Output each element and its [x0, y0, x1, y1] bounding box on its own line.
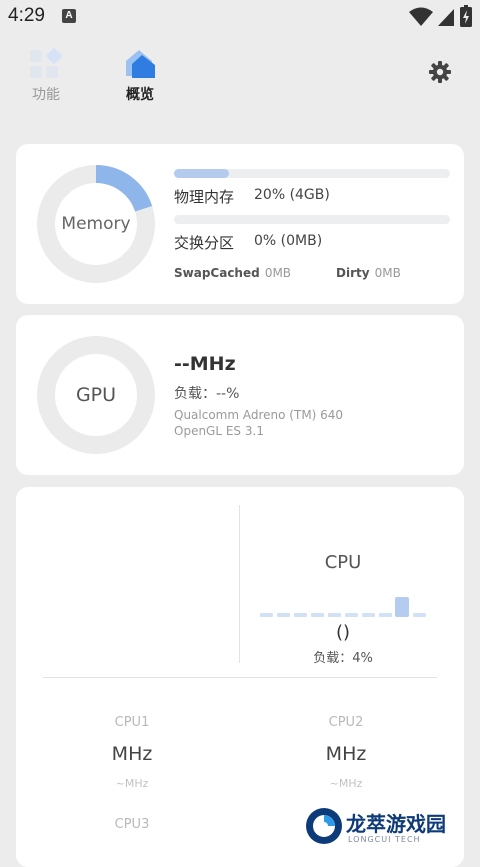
- cpu-load-graph: [260, 597, 426, 617]
- cpu-value: (): [335, 622, 351, 643]
- cpu1-range: ~MHz: [115, 777, 149, 790]
- swap-cached-stat: SwapCached 0MB: [174, 262, 291, 281]
- cpu2-range: ~MHz: [329, 777, 363, 790]
- status-time: 4:29: [8, 5, 45, 26]
- watermark-subtext: LONGCUI TECH: [348, 835, 421, 844]
- gpu-frequency: --MHz: [174, 353, 236, 375]
- tab-functions[interactable]: 功能: [16, 44, 76, 104]
- cpu1-value: MHz: [111, 743, 153, 765]
- gpu-model: Qualcomm Adreno (TM) 640: [174, 408, 344, 422]
- gpu-ring-label: GPU: [75, 384, 117, 406]
- physical-memory-value: 20% (4GB): [254, 187, 330, 203]
- memory-ring-label: Memory: [61, 214, 131, 234]
- gpu-api: OpenGL ES 3.1: [174, 424, 264, 438]
- physical-memory-bar-fill: [174, 169, 230, 178]
- watermark-logo: 龙萃游戏园 LONGCUI TECH: [304, 804, 464, 850]
- cpu2-value: MHz: [325, 743, 367, 765]
- tab-functions-label: 功能: [32, 87, 60, 103]
- status-bar: 4:29 A: [0, 0, 480, 34]
- cpu3-label: CPU3: [114, 817, 150, 832]
- dirty-stat: Dirty 0MB: [336, 262, 401, 281]
- notification-icon: A: [62, 9, 76, 23]
- physical-memory-label: 物理内存: [174, 188, 235, 206]
- swap-bar: [174, 215, 450, 224]
- watermark-emblem-icon: [306, 808, 342, 844]
- swap-cached-label: SwapCached: [174, 266, 260, 280]
- home-icon: [126, 50, 155, 78]
- watermark-text: 龙萃游戏园: [346, 812, 446, 836]
- tab-overview[interactable]: 概览: [110, 44, 170, 104]
- physical-memory-bar: [174, 169, 450, 178]
- memory-card[interactable]: Memory 物理内存 20% (4GB) 交换分区 0% (0MB) Swap…: [16, 144, 464, 304]
- grid-icon: [30, 48, 62, 78]
- tab-overview-label: 概览: [126, 87, 154, 103]
- cpu-load: 负载：4%: [313, 651, 373, 666]
- cpu2-label: CPU2: [328, 715, 364, 730]
- battery-icon: [460, 5, 472, 27]
- dirty-value: 0MB: [374, 266, 401, 280]
- settings-gear-icon[interactable]: [428, 60, 452, 84]
- wifi-icon: [409, 7, 433, 26]
- swap-label: 交换分区: [174, 234, 235, 252]
- gpu-card[interactable]: GPU --MHz 负载：--% Qualcomm Adreno (TM) 64…: [16, 315, 464, 475]
- gpu-load: 负载：--%: [174, 386, 240, 402]
- cpu-divider-vertical: [239, 505, 240, 663]
- swap-value: 0% (0MB): [254, 233, 323, 249]
- signal-icon: [438, 9, 454, 26]
- dirty-label: Dirty: [336, 266, 370, 280]
- swap-cached-value: 0MB: [264, 266, 292, 280]
- cpu-title: CPU: [324, 552, 362, 573]
- cpu1-label: CPU1: [114, 715, 150, 730]
- cpu-divider-horizontal: [43, 677, 437, 678]
